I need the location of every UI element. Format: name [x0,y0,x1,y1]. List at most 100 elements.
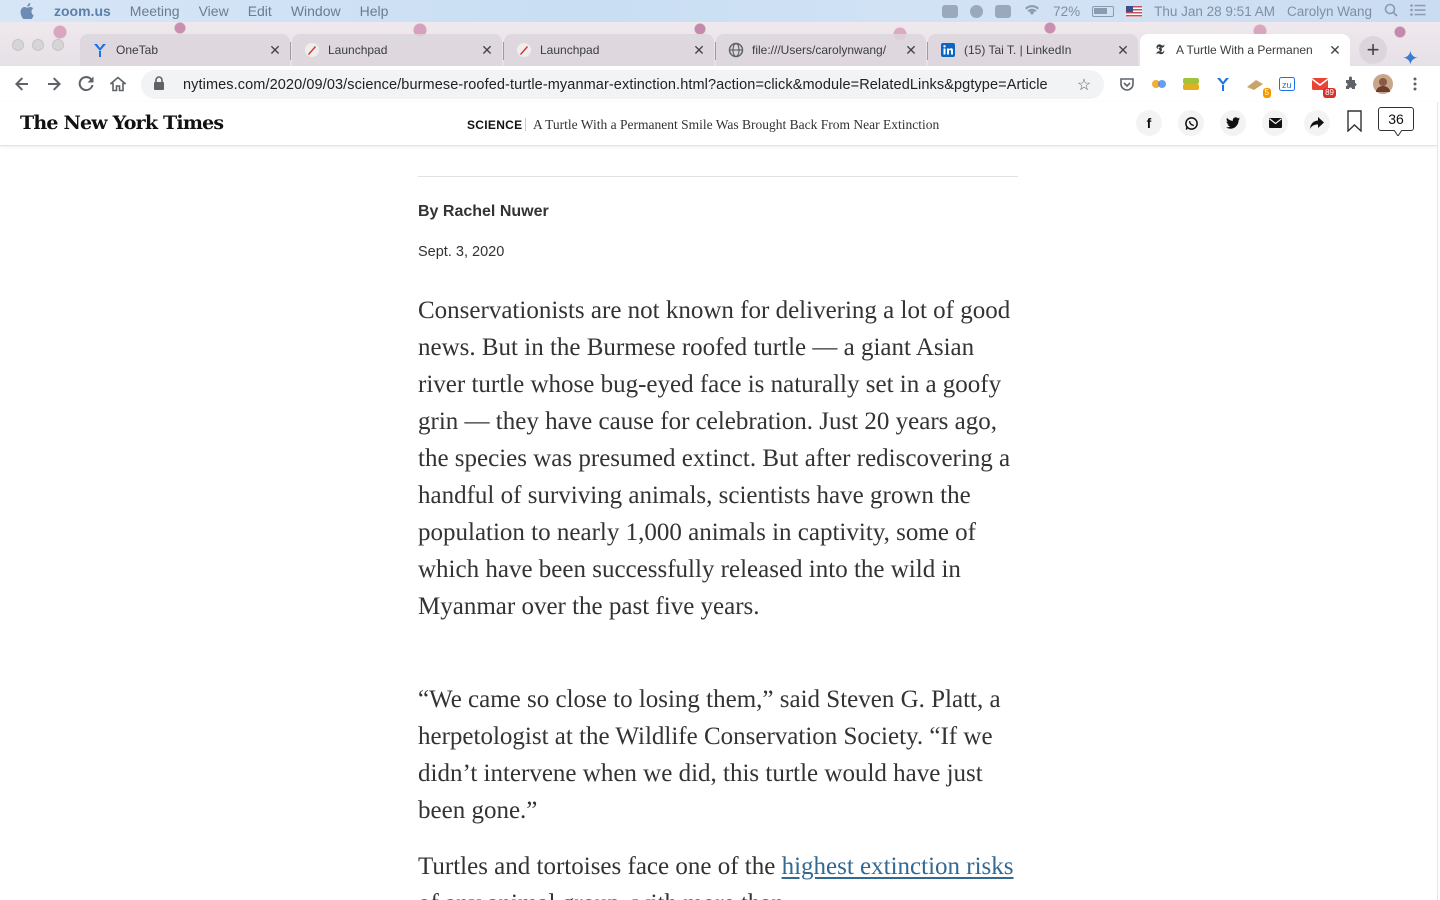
share-email-button[interactable] [1262,110,1288,136]
byline-rule [418,176,1018,177]
globe-icon [728,42,744,58]
section-divider [525,118,526,131]
user-name[interactable]: Carolyn Wang [1287,4,1372,19]
puzzle-extensions-icon[interactable] [1341,74,1361,94]
tab-title: file:///Users/carolynwang/ [752,43,887,57]
tab-separator [290,42,291,60]
extension-badge: 89 [1323,88,1336,98]
tab-close-icon[interactable]: ✕ [1112,42,1134,59]
new-tab-button[interactable]: + [1359,36,1387,64]
apple-icon[interactable] [20,3,34,19]
menu-app-name[interactable]: zoom.us [54,3,111,19]
onetab-icon [92,42,108,58]
svg-text:zu: zu [1282,80,1292,90]
menu-edit[interactable]: Edit [248,3,272,19]
url-text[interactable]: nytimes.com/2020/09/03/science/burmese-r… [183,77,1072,93]
facebook-icon: f [1146,115,1152,131]
menu-meeting[interactable]: Meeting [130,3,180,19]
spotlight-search-icon[interactable] [1384,3,1398,20]
wifi-icon[interactable] [1023,3,1041,19]
comments-count-button[interactable]: 36 [1378,107,1414,136]
menu-view[interactable]: View [199,3,229,19]
twitter-icon [1226,117,1240,129]
share-facebook-button[interactable]: f [1136,110,1162,136]
menu-bar-status-area: 72% Thu Jan 28 9:51 AM Carolyn Wang [942,0,1426,22]
tab-title: (15) Tai T. | LinkedIn [964,43,1072,57]
reload-button[interactable] [70,68,102,100]
keyboard-status-icon[interactable] [995,4,1012,18]
browser-tab-strip: OneTab ✕ Launchpad ✕ Launchpad ✕ file://… [0,22,1440,70]
tab-nyt-article-active[interactable]: 𝕿 A Turtle With a Permanen ✕ [1140,34,1350,66]
honey-extension-icon[interactable] [1149,74,1169,94]
forward-button[interactable] [38,68,70,100]
share-arrow-icon [1310,117,1324,129]
window-zoom-button[interactable] [52,39,64,51]
zu-extension-icon[interactable]: zu [1277,74,1297,94]
battery-percent: 72% [1053,3,1081,19]
notification-center-icon[interactable] [1410,3,1426,19]
clipper-extension-icon[interactable]: 5 [1245,74,1271,98]
email-icon [1268,118,1282,128]
paragraph-text: Turtles and tortoises face one of the [418,853,782,880]
save-bookmark-icon[interactable] [1347,110,1362,132]
gmail-checker-extension-icon[interactable]: 89 [1310,74,1336,98]
chrome-menu-icon[interactable] [1405,74,1425,94]
tab-close-icon[interactable]: ✕ [1324,42,1346,59]
launchpad-icon [304,42,320,58]
battery-icon[interactable] [1092,5,1115,17]
article-paragraph: Turtles and tortoises face one of the hi… [418,848,1020,900]
tab-launchpad-1[interactable]: Launchpad ✕ [292,34,502,66]
publish-date: Sept. 3, 2020 [418,244,505,260]
launchpad-icon [516,42,532,58]
tab-local-file[interactable]: file:///Users/carolynwang/ ✕ [716,34,926,66]
pocket-extension-icon[interactable] [1117,74,1137,94]
tab-title: Launchpad [328,43,388,57]
window-minimize-button[interactable] [32,39,44,51]
linkedin-icon [940,42,956,58]
lock-icon[interactable] [153,75,171,94]
highest-extinction-risks-link[interactable]: highest extinction risks [782,853,1014,880]
share-whatsapp-button[interactable] [1178,110,1204,136]
byline[interactable]: By Rachel Nuwer [418,203,549,221]
tab-onetab[interactable]: OneTab ✕ [80,34,290,66]
us-flag-input-icon[interactable] [1126,5,1143,17]
tab-launchpad-2[interactable]: Launchpad ✕ [504,34,714,66]
evernote-status-icon[interactable] [970,4,984,18]
tab-close-icon[interactable]: ✕ [264,42,286,59]
tab-linkedin[interactable]: (15) Tai T. | LinkedIn ✕ [928,34,1138,66]
menu-window[interactable]: Window [291,3,341,19]
window-close-button[interactable] [12,39,24,51]
onetab-extension-icon[interactable] [1213,74,1233,94]
tab-title: Launchpad [540,43,600,57]
bookmark-star-icon[interactable]: ☆ [1072,75,1096,95]
profile-avatar[interactable] [1373,74,1393,94]
tab-title: OneTab [116,43,159,57]
share-twitter-button[interactable] [1220,110,1246,136]
address-bar[interactable]: nytimes.com/2020/09/03/science/burmese-r… [141,70,1104,99]
home-icon [110,76,126,92]
share-more-button[interactable] [1304,110,1330,136]
home-button[interactable] [102,68,134,100]
arrow-left-icon [15,77,28,91]
arrow-right-icon [48,77,61,91]
nyt-icon: 𝕿 [1155,42,1165,58]
tab-title: A Turtle With a Permanen [1176,43,1313,57]
browser-toolbar: nytimes.com/2020/09/03/science/burmese-r… [0,66,1440,102]
paragraph-text: of any animal group, with more than [418,890,784,900]
menu-help[interactable]: Help [360,3,389,19]
grammar-extension-icon[interactable] [1181,74,1201,94]
extension-badge: 5 [1262,88,1271,98]
zoom-status-icon[interactable] [942,4,959,18]
macos-menu-bar: zoom.us Meeting View Edit Window Help 72… [0,0,1440,22]
nyt-sticky-header: The New York Times SCIENCE A Turtle With… [0,102,1437,146]
back-button[interactable] [6,68,38,100]
tab-close-icon[interactable]: ✕ [900,42,922,59]
tab-close-icon[interactable]: ✕ [688,42,710,59]
clock[interactable]: Thu Jan 28 9:51 AM [1154,4,1275,19]
article-paragraph: “We came so close to losing them,” said … [418,686,1001,824]
section-label[interactable]: SCIENCE [467,118,522,132]
nyt-logo[interactable]: The New York Times [20,112,224,134]
whatsapp-icon [1184,116,1198,130]
tab-close-icon[interactable]: ✕ [476,42,498,59]
header-headline: A Turtle With a Permanent Smile Was Brou… [533,117,940,132]
